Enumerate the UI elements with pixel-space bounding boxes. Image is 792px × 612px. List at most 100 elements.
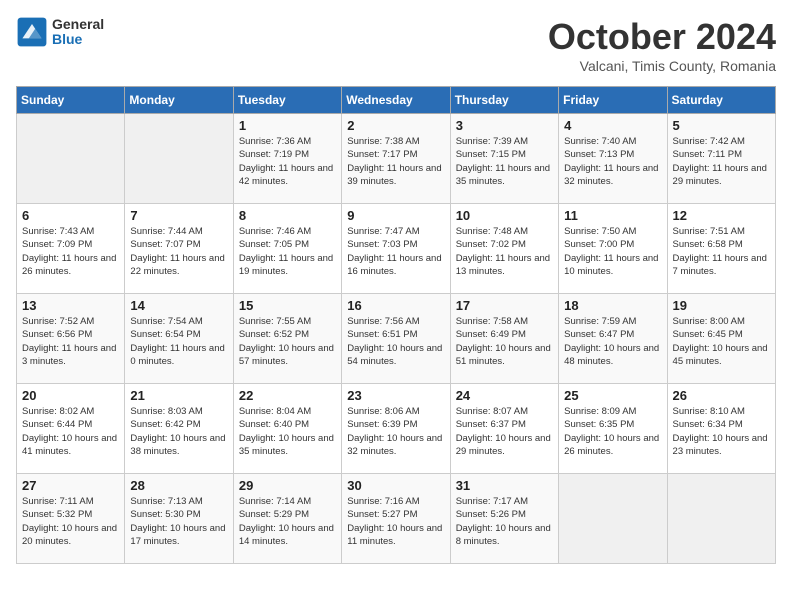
- calendar-cell: 30 Sunrise: 7:16 AM Sunset: 5:27 PM Dayli…: [342, 474, 450, 564]
- day-detail: Sunrise: 7:55 AM Sunset: 6:52 PM Dayligh…: [239, 315, 336, 368]
- calendar-cell: 26 Sunrise: 8:10 AM Sunset: 6:34 PM Dayli…: [667, 384, 775, 474]
- day-detail: Sunrise: 7:11 AM Sunset: 5:32 PM Dayligh…: [22, 495, 119, 548]
- day-number: 10: [456, 208, 553, 223]
- calendar-week-5: 27 Sunrise: 7:11 AM Sunset: 5:32 PM Dayli…: [17, 474, 776, 564]
- calendar-cell: 6 Sunrise: 7:43 AM Sunset: 7:09 PM Daylig…: [17, 204, 125, 294]
- logo-icon: [16, 16, 48, 48]
- calendar-cell: [17, 114, 125, 204]
- location-subtitle: Valcani, Timis County, Romania: [548, 58, 776, 74]
- day-number: 8: [239, 208, 336, 223]
- day-detail: Sunrise: 7:40 AM Sunset: 7:13 PM Dayligh…: [564, 135, 661, 188]
- calendar-cell: 13Sunrise: 7:52 AM Sunset: 6:56 PM Dayli…: [17, 294, 125, 384]
- day-number: 28: [130, 478, 227, 493]
- calendar-cell: 23Sunrise: 8:06 AM Sunset: 6:39 PM Dayli…: [342, 384, 450, 474]
- day-detail: Sunrise: 7:38 AM Sunset: 7:17 PM Dayligh…: [347, 135, 444, 188]
- calendar-cell: 21Sunrise: 8:03 AM Sunset: 6:42 PM Dayli…: [125, 384, 233, 474]
- day-number: 25: [564, 388, 661, 403]
- calendar-cell: 7 Sunrise: 7:44 AM Sunset: 7:07 PM Daylig…: [125, 204, 233, 294]
- day-number: 1: [239, 118, 336, 133]
- day-detail: Sunrise: 7:51 AM Sunset: 6:58 PM Dayligh…: [673, 225, 770, 278]
- day-detail: Sunrise: 7:16 AM Sunset: 5:27 PM Dayligh…: [347, 495, 444, 548]
- calendar-cell: 10Sunrise: 7:48 AM Sunset: 7:02 PM Dayli…: [450, 204, 558, 294]
- calendar-cell: 17Sunrise: 7:58 AM Sunset: 6:49 PM Dayli…: [450, 294, 558, 384]
- day-detail: Sunrise: 7:43 AM Sunset: 7:09 PM Dayligh…: [22, 225, 119, 278]
- col-header-wednesday: Wednesday: [342, 87, 450, 114]
- day-detail: Sunrise: 7:36 AM Sunset: 7:19 PM Dayligh…: [239, 135, 336, 188]
- day-detail: Sunrise: 8:03 AM Sunset: 6:42 PM Dayligh…: [130, 405, 227, 458]
- day-number: 27: [22, 478, 119, 493]
- col-header-monday: Monday: [125, 87, 233, 114]
- day-number: 23: [347, 388, 444, 403]
- day-detail: Sunrise: 8:02 AM Sunset: 6:44 PM Dayligh…: [22, 405, 119, 458]
- day-detail: Sunrise: 7:17 AM Sunset: 5:26 PM Dayligh…: [456, 495, 553, 548]
- calendar-week-2: 6 Sunrise: 7:43 AM Sunset: 7:09 PM Daylig…: [17, 204, 776, 294]
- calendar-cell: 24 Sunrise: 8:07 AM Sunset: 6:37 PM Dayli…: [450, 384, 558, 474]
- day-number: 7: [130, 208, 227, 223]
- logo-text: General Blue: [52, 17, 104, 48]
- calendar-cell: 4 Sunrise: 7:40 AM Sunset: 7:13 PM Daylig…: [559, 114, 667, 204]
- logo-blue: Blue: [52, 32, 104, 47]
- calendar-cell: [667, 474, 775, 564]
- day-detail: Sunrise: 7:56 AM Sunset: 6:51 PM Dayligh…: [347, 315, 444, 368]
- day-number: 19: [673, 298, 770, 313]
- calendar-cell: 15 Sunrise: 7:55 AM Sunset: 6:52 PM Dayli…: [233, 294, 341, 384]
- calendar-cell: 18Sunrise: 7:59 AM Sunset: 6:47 PM Dayli…: [559, 294, 667, 384]
- day-number: 12: [673, 208, 770, 223]
- calendar-cell: 19Sunrise: 8:00 AM Sunset: 6:45 PM Dayli…: [667, 294, 775, 384]
- calendar-week-3: 13Sunrise: 7:52 AM Sunset: 6:56 PM Dayli…: [17, 294, 776, 384]
- day-detail: Sunrise: 7:50 AM Sunset: 7:00 PM Dayligh…: [564, 225, 661, 278]
- calendar-cell: 20 Sunrise: 8:02 AM Sunset: 6:44 PM Dayli…: [17, 384, 125, 474]
- day-detail: Sunrise: 7:46 AM Sunset: 7:05 PM Dayligh…: [239, 225, 336, 278]
- day-number: 18: [564, 298, 661, 313]
- day-number: 20: [22, 388, 119, 403]
- day-number: 16: [347, 298, 444, 313]
- day-detail: Sunrise: 8:07 AM Sunset: 6:37 PM Dayligh…: [456, 405, 553, 458]
- calendar-cell: 28Sunrise: 7:13 AM Sunset: 5:30 PM Dayli…: [125, 474, 233, 564]
- day-detail: Sunrise: 7:14 AM Sunset: 5:29 PM Dayligh…: [239, 495, 336, 548]
- calendar-header-row: SundayMondayTuesdayWednesdayThursdayFrid…: [17, 87, 776, 114]
- calendar-week-1: 1 Sunrise: 7:36 AM Sunset: 7:19 PM Daylig…: [17, 114, 776, 204]
- calendar-table: SundayMondayTuesdayWednesdayThursdayFrid…: [16, 86, 776, 564]
- calendar-cell: 8 Sunrise: 7:46 AM Sunset: 7:05 PM Daylig…: [233, 204, 341, 294]
- day-number: 2: [347, 118, 444, 133]
- day-detail: Sunrise: 7:44 AM Sunset: 7:07 PM Dayligh…: [130, 225, 227, 278]
- day-number: 13: [22, 298, 119, 313]
- day-number: 3: [456, 118, 553, 133]
- calendar-cell: 31Sunrise: 7:17 AM Sunset: 5:26 PM Dayli…: [450, 474, 558, 564]
- page-header: General Blue October 2024 Valcani, Timis…: [16, 16, 776, 74]
- calendar-week-4: 20 Sunrise: 8:02 AM Sunset: 6:44 PM Dayli…: [17, 384, 776, 474]
- col-header-sunday: Sunday: [17, 87, 125, 114]
- calendar-cell: 2 Sunrise: 7:38 AM Sunset: 7:17 PM Daylig…: [342, 114, 450, 204]
- calendar-cell: 29Sunrise: 7:14 AM Sunset: 5:29 PM Dayli…: [233, 474, 341, 564]
- calendar-cell: [125, 114, 233, 204]
- day-number: 11: [564, 208, 661, 223]
- day-detail: Sunrise: 7:42 AM Sunset: 7:11 PM Dayligh…: [673, 135, 770, 188]
- day-detail: Sunrise: 8:10 AM Sunset: 6:34 PM Dayligh…: [673, 405, 770, 458]
- day-number: 6: [22, 208, 119, 223]
- calendar-cell: 14 Sunrise: 7:54 AM Sunset: 6:54 PM Dayli…: [125, 294, 233, 384]
- day-number: 17: [456, 298, 553, 313]
- calendar-cell: 5 Sunrise: 7:42 AM Sunset: 7:11 PM Daylig…: [667, 114, 775, 204]
- day-number: 14: [130, 298, 227, 313]
- calendar-cell: 12 Sunrise: 7:51 AM Sunset: 6:58 PM Dayli…: [667, 204, 775, 294]
- day-detail: Sunrise: 7:54 AM Sunset: 6:54 PM Dayligh…: [130, 315, 227, 368]
- day-detail: Sunrise: 7:39 AM Sunset: 7:15 PM Dayligh…: [456, 135, 553, 188]
- calendar-cell: 25 Sunrise: 8:09 AM Sunset: 6:35 PM Dayli…: [559, 384, 667, 474]
- logo-general: General: [52, 17, 104, 32]
- col-header-tuesday: Tuesday: [233, 87, 341, 114]
- calendar-cell: 1 Sunrise: 7:36 AM Sunset: 7:19 PM Daylig…: [233, 114, 341, 204]
- month-title: October 2024: [548, 16, 776, 58]
- day-number: 4: [564, 118, 661, 133]
- calendar-cell: [559, 474, 667, 564]
- day-detail: Sunrise: 7:47 AM Sunset: 7:03 PM Dayligh…: [347, 225, 444, 278]
- col-header-friday: Friday: [559, 87, 667, 114]
- day-number: 26: [673, 388, 770, 403]
- day-number: 24: [456, 388, 553, 403]
- day-number: 30: [347, 478, 444, 493]
- day-number: 5: [673, 118, 770, 133]
- day-detail: Sunrise: 8:09 AM Sunset: 6:35 PM Dayligh…: [564, 405, 661, 458]
- day-number: 22: [239, 388, 336, 403]
- day-number: 15: [239, 298, 336, 313]
- calendar-cell: 27 Sunrise: 7:11 AM Sunset: 5:32 PM Dayli…: [17, 474, 125, 564]
- day-detail: Sunrise: 8:04 AM Sunset: 6:40 PM Dayligh…: [239, 405, 336, 458]
